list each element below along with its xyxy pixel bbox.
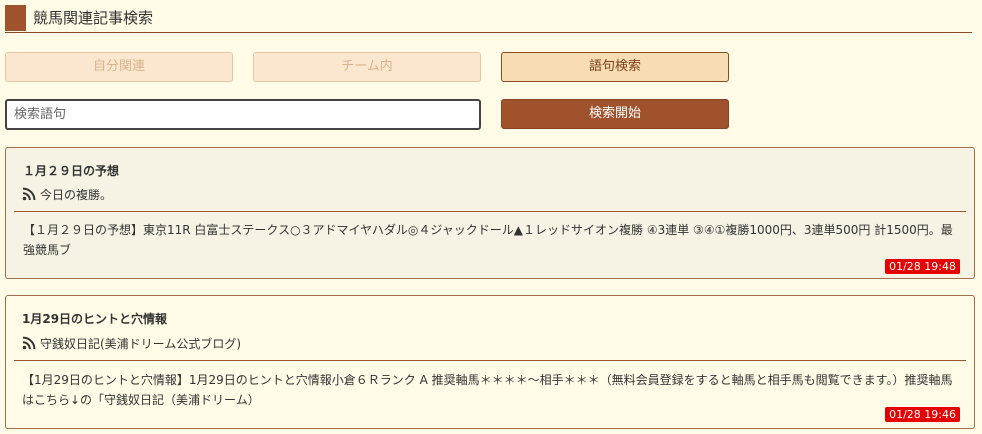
rss-icon xyxy=(22,336,36,350)
article-source-label: 守銭奴日記(美浦ドリーム公式ブログ) xyxy=(40,336,242,351)
article-divider xyxy=(14,360,966,361)
page-header: 競馬関連記事検索 xyxy=(5,5,972,33)
article-excerpt: 【１月２９日の予想】東京11R 白富士ステークス○３アドマイヤハダル◎４ジャック… xyxy=(23,223,953,257)
article-excerpt: 【1月29日のヒントと穴情報】1月29日のヒントと穴情報小倉６Ｒランク A 推奨… xyxy=(22,373,953,407)
tab-phrase-search[interactable]: 語句検索 xyxy=(501,52,729,82)
search-start-button[interactable]: 検索開始 xyxy=(501,99,729,129)
article-card[interactable]: 1月29日のヒントと穴情報 守銭奴日記(美浦ドリーム公式ブログ) 【1月29日の… xyxy=(5,295,975,429)
article-source-label: 今日の複勝。 xyxy=(40,187,113,202)
page-title: 競馬関連記事検索 xyxy=(33,9,154,27)
article-source[interactable]: 今日の複勝。 xyxy=(22,186,112,202)
tab-team[interactable]: チーム内 xyxy=(253,52,481,82)
article-source[interactable]: 守銭奴日記(美浦ドリーム公式ブログ) xyxy=(22,335,241,351)
search-input[interactable] xyxy=(5,99,481,130)
article-divider xyxy=(14,211,966,212)
timestamp-badge: 01/28 19:46 xyxy=(885,407,960,422)
header-accent-bar xyxy=(5,5,26,31)
rss-icon xyxy=(22,187,36,201)
article-title[interactable]: 1月29日のヒントと穴情報 xyxy=(22,310,167,327)
article-card[interactable]: １月２９日の予想 今日の複勝。 【１月２９日の予想】東京11R 白富士ステークス… xyxy=(5,147,975,279)
timestamp-badge: 01/28 19:48 xyxy=(885,259,960,274)
article-title[interactable]: １月２９日の予想 xyxy=(23,162,119,179)
tab-self-related[interactable]: 自分関連 xyxy=(5,52,233,82)
